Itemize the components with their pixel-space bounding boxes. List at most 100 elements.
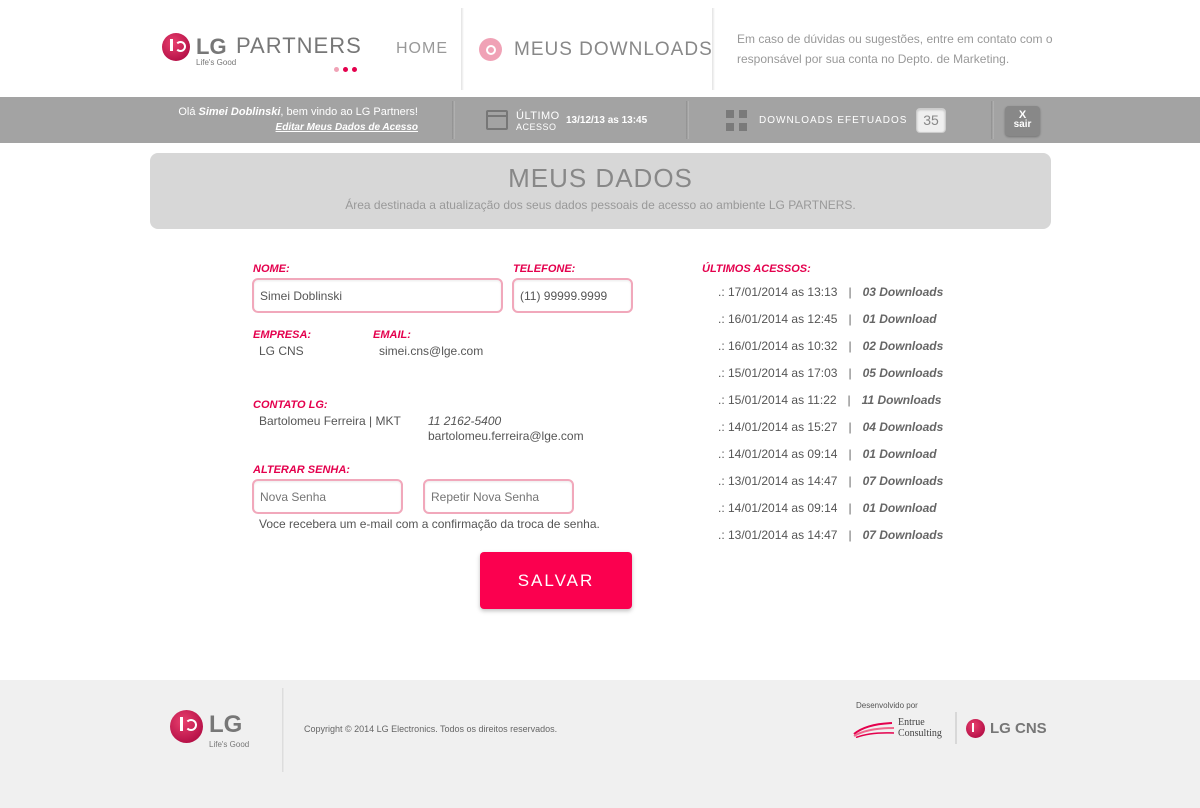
access-date: .: 15/01/2014 as 11:22 bbox=[718, 392, 837, 407]
access-downloads: 04 Downloads bbox=[862, 420, 944, 435]
email-value: simei.cns@lge.com bbox=[379, 344, 484, 358]
access-date: .: 14/01/2014 as 09:14 bbox=[718, 447, 838, 462]
copyright-text: Copyright © 2014 LG Electronics. Todos o… bbox=[304, 724, 558, 734]
access-row: .: 14/01/2014 as 09:14 | 01 Download bbox=[718, 441, 978, 468]
access-date: .: 17/01/2014 as 13:13 bbox=[718, 284, 838, 299]
arrow-br bbox=[739, 123, 747, 131]
contato-email: bartolomeu.ferreira@lge.com bbox=[428, 429, 584, 443]
lg-logo-icon bbox=[966, 719, 985, 738]
access-separator: | bbox=[848, 420, 852, 435]
access-row: .: 13/01/2014 as 14:47 | 07 Downloads bbox=[718, 468, 978, 495]
senha-label: ALTERAR SENHA: bbox=[253, 464, 350, 476]
access-row: .: 14/01/2014 as 15:27 | 04 Downloads bbox=[718, 413, 978, 440]
developed-by-label: Desenvolvido por bbox=[856, 701, 918, 710]
last-access-label-1: ÚLTIMO bbox=[516, 110, 560, 122]
logo-brand: LG bbox=[196, 34, 227, 59]
telefone-label: TELEFONE: bbox=[513, 263, 576, 275]
access-row: .: 16/01/2014 as 10:32 | 02 Downloads bbox=[718, 332, 978, 359]
downloads-label: DOWNLOADS EFETUADOS bbox=[759, 115, 908, 126]
logo-dots bbox=[334, 59, 361, 77]
access-row: .: 16/01/2014 as 12:45 | 01 Download bbox=[718, 305, 978, 332]
downloads-count-badge: 35 bbox=[916, 108, 946, 133]
status-divider bbox=[686, 101, 689, 139]
status-divider bbox=[991, 101, 994, 139]
footer-logo-brand: LG bbox=[209, 711, 243, 738]
downloads-nav-icon[interactable] bbox=[479, 38, 502, 61]
access-downloads: 05 Downloads bbox=[862, 365, 944, 380]
entrue-line-2: Consulting bbox=[898, 728, 942, 739]
page: LG PARTNERS Life's Good HOME MEUS DOWNLO… bbox=[0, 0, 1200, 808]
access-separator: | bbox=[848, 501, 852, 516]
access-row: .: 15/01/2014 as 17:03 | 05 Downloads bbox=[718, 359, 978, 386]
last-accesses-list: .: 17/01/2014 as 13:13 | 03 Downloads .: 1… bbox=[718, 278, 978, 549]
access-downloads: 07 Downloads bbox=[862, 528, 944, 543]
welcome-suffix: , bem vindo ao LG Partners! bbox=[280, 106, 418, 118]
contato-name: Bartolomeu Ferreira | MKT bbox=[259, 414, 401, 428]
logo-tagline: Life's Good bbox=[196, 58, 237, 67]
lg-partners-logo[interactable]: LG PARTNERS Life's Good bbox=[162, 30, 372, 72]
edit-account-link[interactable]: Editar Meus Dados de Acesso bbox=[276, 122, 418, 133]
logo-product: PARTNERS bbox=[236, 33, 362, 58]
user-name: Simei Doblinski bbox=[198, 106, 281, 118]
access-date: .: 16/01/2014 as 10:32 bbox=[718, 338, 838, 353]
access-downloads: 11 Downloads bbox=[861, 392, 942, 407]
last-accesses-title: ÚLTIMOS ACESSOS: bbox=[702, 263, 811, 275]
access-row: .: 15/01/2014 as 11:22 | 11 Downloads bbox=[718, 386, 978, 413]
empresa-value: LG CNS bbox=[259, 344, 304, 358]
nav-divider bbox=[461, 8, 464, 90]
logo-dot bbox=[334, 67, 339, 72]
footer-lg-logo: LG Life's Good bbox=[170, 709, 270, 749]
page-subtitle: Área destinada a atualização dos seus da… bbox=[345, 198, 856, 212]
nome-label: NOME: bbox=[253, 263, 290, 275]
logo-dot bbox=[343, 67, 348, 72]
access-downloads: 02 Downloads bbox=[862, 338, 944, 353]
welcome-prefix: Olá bbox=[178, 106, 196, 118]
page-title-panel: MEUS DADOS Área destinada a atualização … bbox=[150, 153, 1051, 229]
entrue-consulting-logo[interactable]: Entrue Consulting bbox=[852, 714, 952, 744]
access-date: .: 14/01/2014 as 15:27 bbox=[718, 420, 838, 435]
telefone-input[interactable] bbox=[512, 278, 633, 313]
repeat-password-input[interactable] bbox=[423, 479, 574, 514]
header: LG PARTNERS Life's Good HOME MEUS DOWNLO… bbox=[0, 0, 1200, 97]
last-access-value: 13/12/13 as 13:45 bbox=[566, 115, 648, 126]
access-separator: | bbox=[848, 447, 852, 462]
access-date: .: 13/01/2014 as 14:47 bbox=[718, 528, 838, 543]
access-downloads: 01 Download bbox=[862, 311, 937, 326]
logout-label: sair bbox=[1013, 119, 1032, 130]
logout-button[interactable]: X sair bbox=[1005, 106, 1040, 136]
arrow-tl bbox=[726, 110, 734, 118]
contato-label: CONTATO LG: bbox=[253, 399, 328, 411]
access-downloads: 01 Download bbox=[862, 447, 937, 462]
access-downloads: 03 Downloads bbox=[862, 284, 944, 299]
access-downloads: 01 Download bbox=[862, 501, 937, 516]
email-label: EMAIL: bbox=[373, 329, 411, 341]
access-date: .: 15/01/2014 as 17:03 bbox=[718, 365, 838, 380]
entrue-text: Entrue Consulting bbox=[898, 717, 942, 739]
save-button[interactable]: SALVAR bbox=[480, 552, 632, 609]
access-separator: | bbox=[847, 392, 851, 407]
password-note: Voce recebera um e-mail com a confirmaçã… bbox=[259, 517, 600, 531]
access-row: .: 13/01/2014 as 14:47 | 07 Downloads bbox=[718, 522, 978, 549]
last-access-label: ÚLTIMO ACESSO bbox=[516, 111, 560, 133]
last-access-label-2: ACESSO bbox=[516, 122, 557, 132]
access-date: .: 16/01/2014 as 12:45 bbox=[718, 311, 838, 326]
footer-logo-divider bbox=[955, 712, 957, 744]
empresa-label: EMPRESA: bbox=[253, 329, 312, 341]
lg-logo-icon bbox=[162, 33, 190, 61]
access-separator: | bbox=[848, 311, 852, 326]
footer-divider bbox=[282, 688, 285, 772]
access-date: .: 13/01/2014 as 14:47 bbox=[718, 474, 838, 489]
entrue-wave-icon bbox=[853, 722, 895, 738]
access-separator: | bbox=[848, 338, 852, 353]
nav-home-link[interactable]: HOME bbox=[396, 40, 448, 58]
entrue-line-1: Entrue bbox=[898, 717, 925, 728]
lg-logo-icon bbox=[170, 710, 203, 743]
new-password-input[interactable] bbox=[252, 479, 403, 514]
access-row: .: 17/01/2014 as 13:13 | 03 Downloads bbox=[718, 278, 978, 305]
nome-input[interactable] bbox=[252, 278, 503, 313]
nav-downloads-link[interactable]: MEUS DOWNLOADS bbox=[514, 39, 713, 61]
access-separator: | bbox=[848, 528, 852, 543]
access-downloads: 07 Downloads bbox=[862, 474, 944, 489]
access-row: .: 14/01/2014 as 09:14 | 01 Download bbox=[718, 495, 978, 522]
downloads-arrows-icon bbox=[726, 110, 747, 131]
